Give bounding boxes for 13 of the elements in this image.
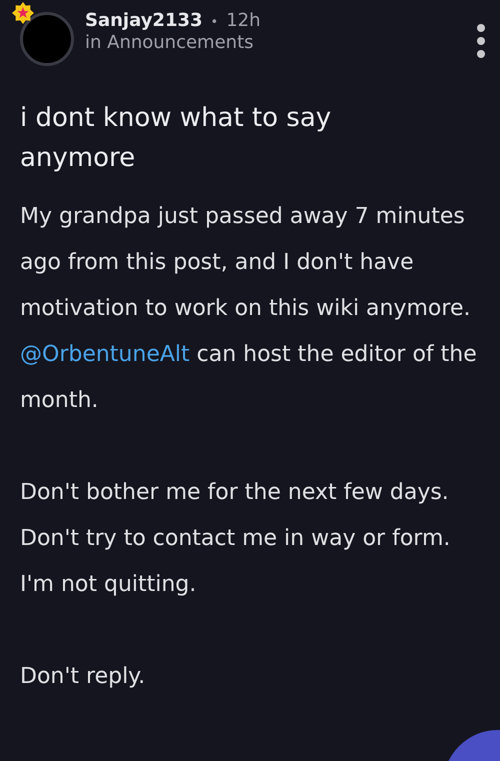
post-title: i dont know what to say anymore [19, 102, 332, 175]
separator-dot: • [210, 15, 218, 30]
author-name[interactable]: Sanjay2133 [85, 10, 203, 31]
post-paragraph: I'm not quitting. [20, 571, 198, 599]
post-paragraph: My grandpa just passed away 7 minutes ago from this post, and I don't have motivation to work on this wiki anymore. @OrbentuneAlt can host the editor of the month. [20, 203, 478, 415]
star-badge-icon [12, 2, 34, 24]
post-time: 12h [226, 10, 261, 31]
more-options-icon[interactable] [476, 23, 486, 59]
post-paragraph: Don't bother me for the next few days. Don't try to contact me in way or form. [20, 479, 452, 553]
community-link[interactable]: in Announcements [85, 32, 476, 53]
user-mention-link[interactable]: @OrbentuneAlt [20, 342, 190, 367]
post-paragraph: Don't reply. [20, 663, 146, 691]
avatar[interactable] [20, 12, 74, 66]
